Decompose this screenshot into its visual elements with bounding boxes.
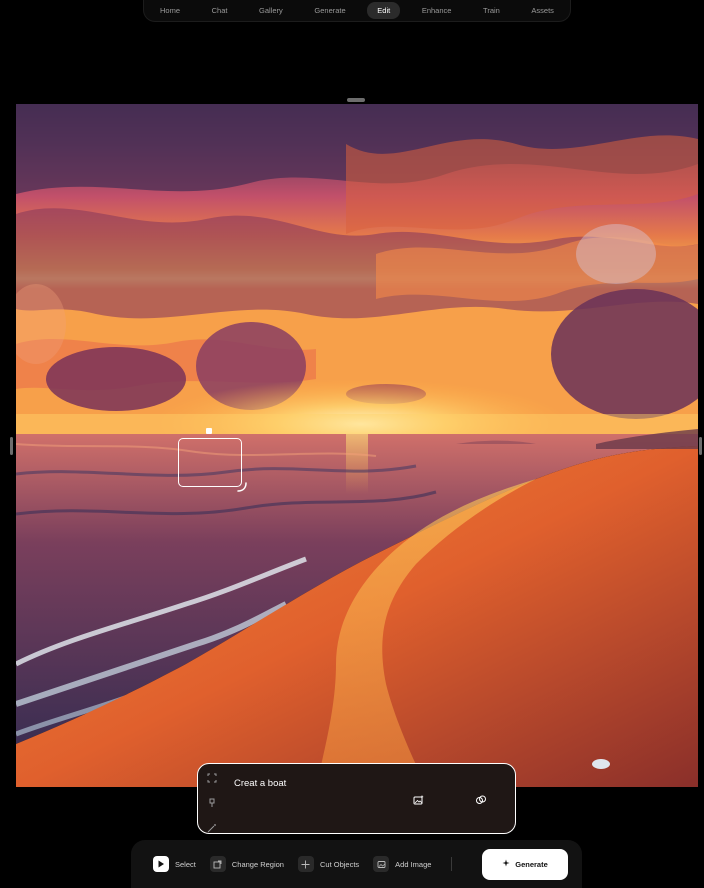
edit-canvas[interactable]	[16, 104, 698, 787]
brush-icon[interactable]	[206, 797, 218, 809]
bottom-toolbar: Select Change Region Cut Objects Add Ima…	[131, 840, 582, 888]
nav-item-generate[interactable]: Generate	[304, 2, 355, 19]
prompt-input[interactable]	[234, 778, 404, 789]
move-cross-icon	[297, 856, 314, 872]
prompt-tool-column	[206, 772, 218, 834]
change-region-label: Change Region	[231, 859, 284, 869]
cursor-icon	[153, 856, 169, 872]
sunset-beach-image	[16, 104, 698, 787]
nav-item-train[interactable]: Train	[473, 2, 510, 19]
add-image-label: Add Image	[395, 859, 432, 869]
image-add-icon	[373, 856, 390, 872]
region-select-icon[interactable]	[206, 772, 218, 784]
select-tool-button[interactable]: Select	[153, 856, 196, 872]
change-region-button[interactable]: Change Region	[209, 856, 284, 872]
canvas-right-resize-handle[interactable]	[699, 437, 702, 455]
add-image-icon[interactable]	[411, 793, 425, 807]
nav-item-enhance[interactable]: Enhance	[412, 2, 462, 19]
nav-item-home[interactable]: Home	[150, 2, 190, 19]
sparkle-icon	[502, 859, 510, 869]
nav-item-edit[interactable]: Edit	[367, 2, 401, 19]
magic-wand-icon[interactable]	[206, 822, 218, 834]
generate-button[interactable]: Generate	[482, 848, 568, 880]
selection-resize-handle[interactable]	[236, 480, 248, 492]
top-navigation: Home Chat Gallery Generate Edit Enhance …	[143, 0, 571, 22]
cut-objects-label: Cut Objects	[319, 859, 360, 869]
selection-region-box[interactable]	[178, 438, 242, 487]
prompt-panel	[197, 763, 516, 834]
select-tool-label: Select	[175, 859, 196, 869]
blend-icon[interactable]	[474, 793, 488, 807]
canvas-left-resize-handle[interactable]	[10, 437, 13, 455]
add-image-button[interactable]: Add Image	[373, 856, 431, 872]
generate-label: Generate	[515, 859, 548, 869]
toolbar-divider	[451, 857, 453, 871]
canvas-top-drag-handle[interactable]	[347, 98, 365, 102]
nav-item-assets[interactable]: Assets	[521, 2, 564, 19]
cut-objects-button[interactable]: Cut Objects	[297, 856, 360, 872]
nav-item-chat[interactable]: Chat	[202, 2, 238, 19]
nav-item-gallery[interactable]: Gallery	[249, 2, 293, 19]
change-region-icon	[209, 856, 226, 872]
selection-top-handle[interactable]	[206, 428, 212, 434]
